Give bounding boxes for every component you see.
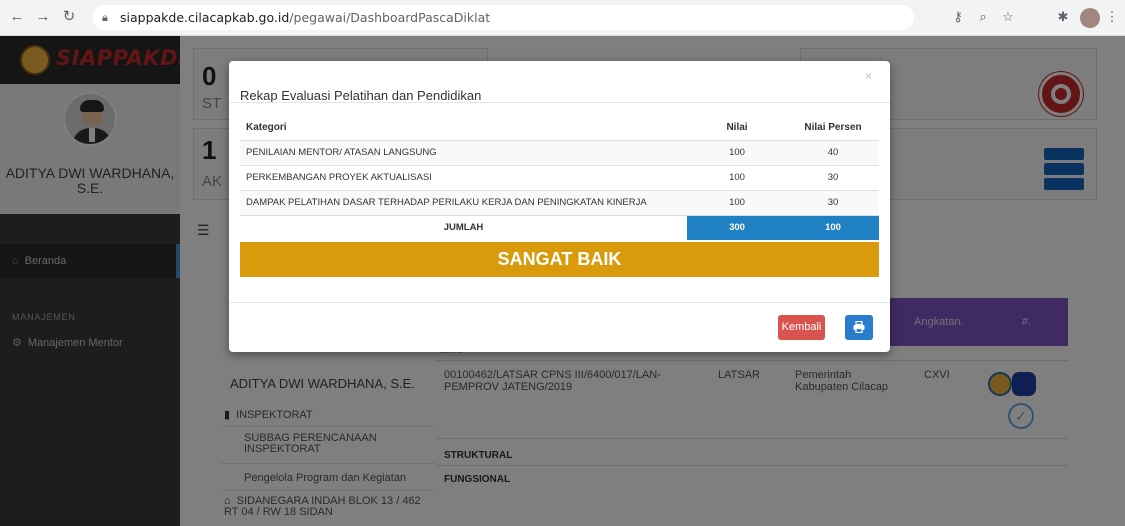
total-row: JUMLAH 300 100 [240, 214, 879, 240]
cell-persen: 30 [787, 164, 879, 190]
column-header-kategori: Kategori [246, 121, 287, 133]
url-host: siappakde.cilacapkab.go.id [120, 10, 290, 25]
extensions-icon[interactable]: ✱ [1055, 9, 1071, 25]
verdict-banner: SANGAT BAIK [240, 242, 879, 277]
forward-arrow-icon[interactable]: → [34, 8, 52, 26]
back-button[interactable]: Kembali [778, 315, 825, 340]
address-bar[interactable]: 🔒︎ siappakde.cilacapkab.go.id/pegawai/Da… [92, 5, 914, 30]
lock-icon: 🔒︎ [102, 11, 108, 24]
table-header-row: Kategori Nilai Nilai Persen [240, 115, 879, 140]
print-icon [853, 321, 865, 333]
table-row: PERKEMBANGAN PROYEK AKTUALISASI 100 30 [240, 164, 879, 190]
column-header-nilai: Nilai [726, 121, 748, 133]
evaluation-table: Kategori Nilai Nilai Persen PENILAIAN ME… [240, 115, 879, 240]
close-icon[interactable]: × [865, 69, 872, 83]
modal-header-divider [229, 102, 890, 103]
back-arrow-icon[interactable]: ← [8, 8, 26, 26]
cell-total-label: JUMLAH [240, 214, 687, 240]
zoom-icon[interactable]: ⌕ [975, 9, 991, 25]
modal-footer-divider [229, 302, 890, 303]
evaluation-summary-modal: Rekap Evaluasi Pelatihan dan Pendidikan … [229, 61, 890, 352]
print-button[interactable] [845, 315, 873, 340]
cell-nilai: 100 [687, 189, 787, 215]
column-header-persen: Nilai Persen [804, 121, 862, 133]
browser-toolbar: ← → ↻ 🔒︎ siappakde.cilacapkab.go.id/pega… [0, 0, 1125, 36]
url-path: /pegawai/DashboardPascaDiklat [289, 10, 491, 25]
reload-icon[interactable]: ↻ [60, 8, 78, 26]
cell-persen: 40 [787, 139, 879, 165]
cell-kategori: DAMPAK PELATIHAN DASAR TERHADAP PERILAKU… [240, 189, 687, 215]
cell-total-persen: 100 [787, 214, 879, 240]
cell-nilai: 100 [687, 164, 787, 190]
cell-persen: 30 [787, 189, 879, 215]
table-row: DAMPAK PELATIHAN DASAR TERHADAP PERILAKU… [240, 189, 879, 215]
cell-kategori: PERKEMBANGAN PROYEK AKTUALISASI [240, 164, 687, 190]
table-row: PENILAIAN MENTOR/ ATASAN LANGSUNG 100 40 [240, 139, 879, 165]
cell-total-nilai: 300 [687, 214, 787, 240]
star-icon[interactable]: ☆ [1000, 9, 1016, 25]
modal-title: Rekap Evaluasi Pelatihan dan Pendidikan [240, 88, 482, 103]
menu-dots-icon[interactable]: ⋮ [1104, 9, 1120, 25]
key-icon[interactable]: ⚷ [950, 9, 966, 25]
cell-kategori: PENILAIAN MENTOR/ ATASAN LANGSUNG [240, 139, 687, 165]
profile-avatar[interactable] [1080, 8, 1100, 28]
cell-nilai: 100 [687, 139, 787, 165]
